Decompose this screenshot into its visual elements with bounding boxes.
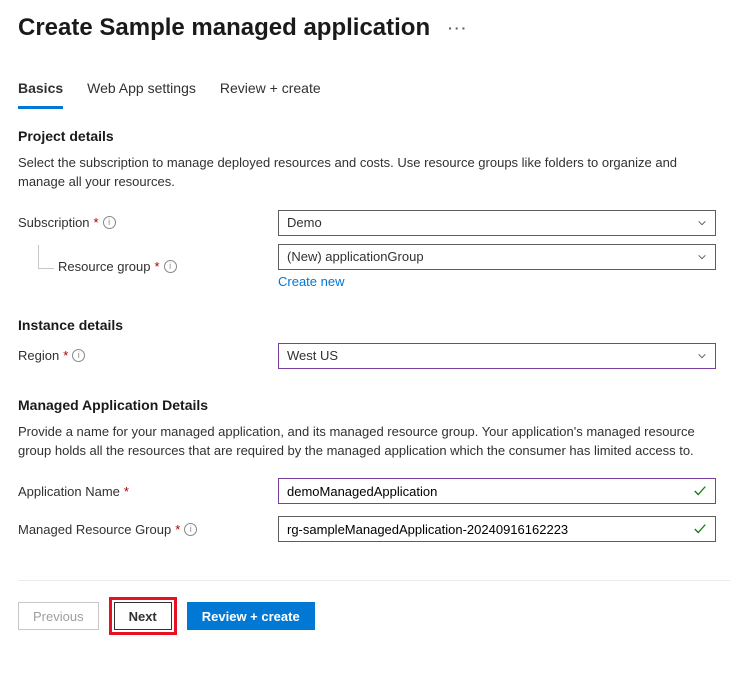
section-managed-app-desc: Provide a name for your managed applicat…: [18, 423, 718, 461]
tab-web-app-settings[interactable]: Web App settings: [87, 74, 196, 108]
field-managed-resource-group: Managed Resource Group * i: [18, 516, 730, 542]
info-icon[interactable]: i: [103, 216, 116, 229]
section-managed-app-heading: Managed Application Details: [18, 397, 730, 413]
tab-review-create[interactable]: Review + create: [220, 74, 321, 108]
indent-connector: [38, 245, 54, 269]
label-subscription: Subscription: [18, 215, 90, 230]
resource-group-dropdown[interactable]: (New) applicationGroup: [278, 244, 716, 270]
required-indicator: *: [63, 348, 68, 363]
tab-basics[interactable]: Basics: [18, 74, 63, 109]
section-project-details-heading: Project details: [18, 128, 730, 144]
chevron-down-icon: [697, 218, 707, 228]
info-icon[interactable]: i: [184, 523, 197, 536]
field-resource-group: Resource group * i (New) applicationGrou…: [18, 244, 730, 289]
label-managed-resource-group: Managed Resource Group: [18, 522, 171, 537]
review-create-button[interactable]: Review + create: [187, 602, 315, 630]
footer-buttons: Previous Next Review + create: [18, 597, 730, 635]
subscription-value: Demo: [287, 215, 322, 230]
page-title: Create Sample managed application: [18, 14, 430, 42]
required-indicator: *: [175, 522, 180, 537]
label-application-name: Application Name: [18, 484, 120, 499]
application-name-input-wrapper: [278, 478, 716, 504]
field-subscription: Subscription * i Demo: [18, 210, 730, 236]
next-button-highlight: Next: [109, 597, 177, 635]
label-region: Region: [18, 348, 59, 363]
required-indicator: *: [124, 484, 129, 499]
subscription-dropdown[interactable]: Demo: [278, 210, 716, 236]
section-instance-details-heading: Instance details: [18, 317, 730, 333]
info-icon[interactable]: i: [164, 260, 177, 273]
check-icon: [693, 522, 707, 536]
required-indicator: *: [94, 215, 99, 230]
region-dropdown[interactable]: West US: [278, 343, 716, 369]
more-icon[interactable]: ···: [448, 20, 468, 36]
managed-rg-input[interactable]: [287, 522, 687, 537]
application-name-input[interactable]: [287, 484, 687, 499]
tab-bar: Basics Web App settings Review + create: [18, 74, 730, 108]
chevron-down-icon: [697, 351, 707, 361]
required-indicator: *: [155, 259, 160, 274]
create-new-link[interactable]: Create new: [278, 274, 344, 289]
chevron-down-icon: [697, 252, 707, 262]
next-button[interactable]: Next: [114, 602, 172, 630]
label-resource-group: Resource group: [58, 259, 151, 274]
resource-group-value: (New) applicationGroup: [287, 249, 424, 264]
footer-divider: [18, 580, 730, 581]
check-icon: [693, 484, 707, 498]
section-project-details-desc: Select the subscription to manage deploy…: [18, 154, 718, 192]
previous-button: Previous: [18, 602, 99, 630]
region-value: West US: [287, 348, 338, 363]
managed-rg-input-wrapper: [278, 516, 716, 542]
info-icon[interactable]: i: [72, 349, 85, 362]
field-region: Region * i West US: [18, 343, 730, 369]
field-application-name: Application Name *: [18, 478, 730, 504]
